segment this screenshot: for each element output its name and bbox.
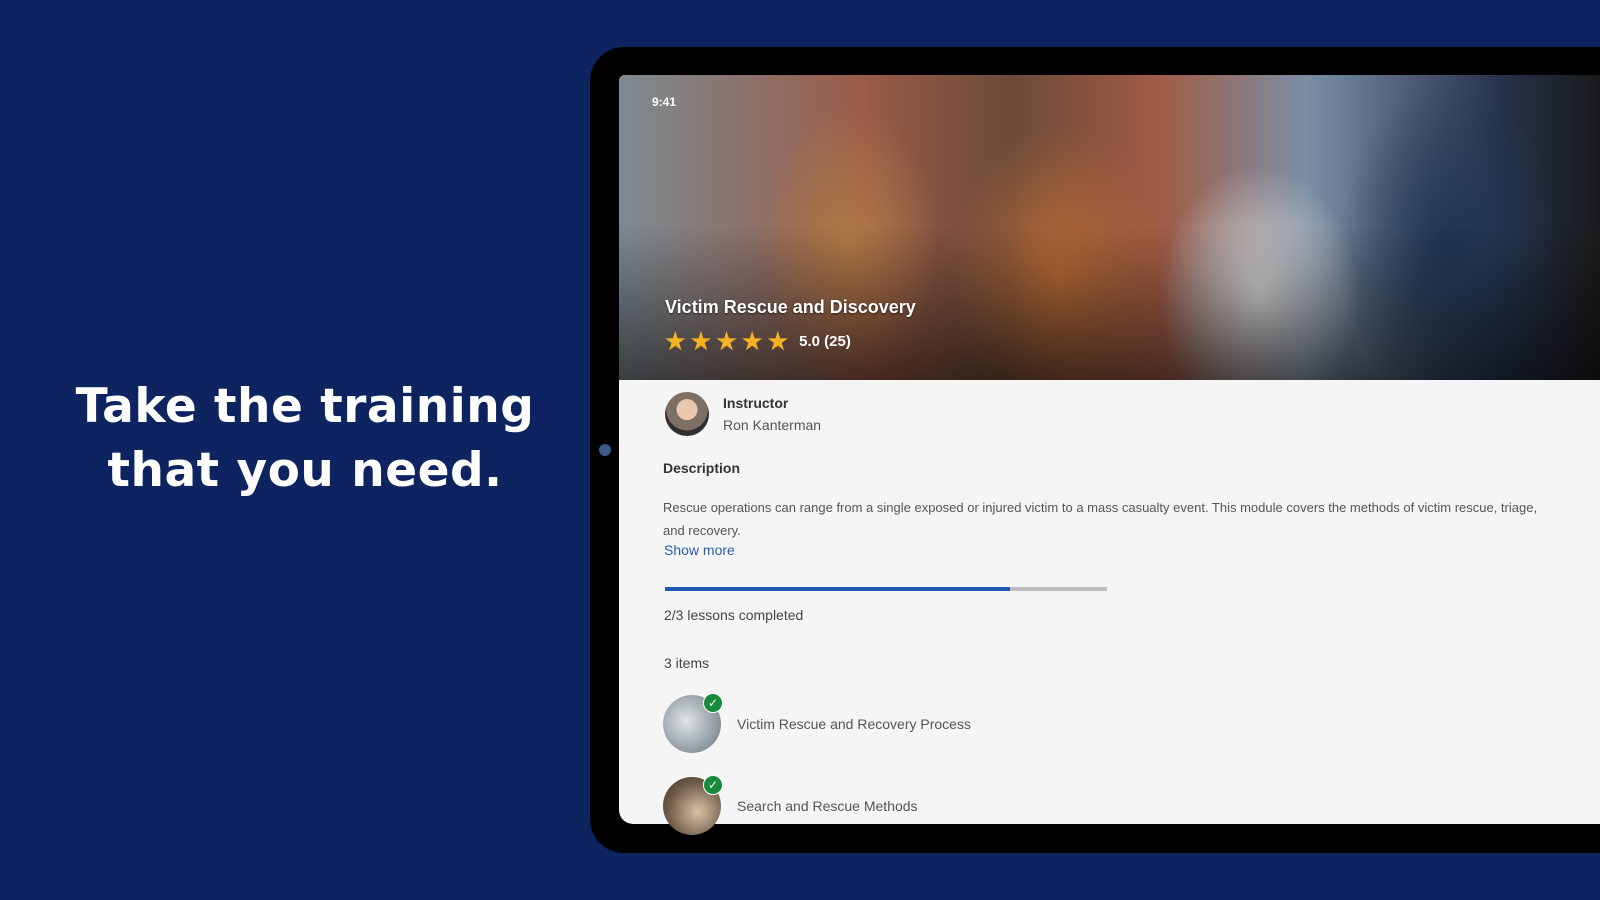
star-icon: ★ bbox=[690, 328, 712, 354]
status-time: 9:41 bbox=[652, 95, 677, 109]
star-icon: ★ bbox=[767, 328, 789, 354]
instructor[interactable]: Instructor Ron Kanterman bbox=[665, 392, 821, 436]
description-text: Rescue operations can range from a singl… bbox=[663, 500, 1538, 538]
headline-line-2: that you need. bbox=[107, 443, 503, 498]
lesson-thumbnail: ✓ bbox=[663, 693, 723, 753]
star-icon: ★ bbox=[716, 328, 737, 354]
lesson-thumbnail: ✓ bbox=[663, 775, 723, 835]
instructor-name: Ron Kanterman bbox=[723, 417, 822, 433]
instructor-avatar bbox=[665, 392, 709, 436]
course-title: Victim Rescue and Discovery bbox=[665, 297, 916, 317]
rating-text: 5.0 (25) bbox=[799, 332, 851, 350]
lesson-title: Victim Rescue and Recovery Process bbox=[737, 716, 971, 732]
star-icon: ★ bbox=[741, 328, 763, 354]
camera-icon bbox=[599, 444, 611, 456]
lesson-title: Search and Rescue Methods bbox=[737, 798, 918, 814]
show-more-link[interactable]: Show more bbox=[664, 542, 735, 558]
progress-text: 2/3 lessons completed bbox=[664, 607, 804, 623]
app-screen: 9:41 Victim Rescue and Discovery ★ ★ ★ ★… bbox=[619, 75, 1600, 835]
progress-fill bbox=[665, 587, 1010, 591]
items-count: 3 items bbox=[664, 655, 710, 671]
progress-bar bbox=[665, 587, 1107, 591]
lesson-item[interactable]: ✓ Victim Rescue and Recovery Process bbox=[663, 693, 971, 753]
check-icon: ✓ bbox=[703, 693, 723, 713]
check-icon: ✓ bbox=[703, 775, 723, 795]
headline: Take the training that you need. bbox=[40, 375, 570, 503]
headline-line-1: Take the training bbox=[75, 379, 535, 434]
lesson-item[interactable]: ✓ Search and Rescue Methods bbox=[663, 775, 918, 835]
description-label: Description bbox=[663, 460, 741, 476]
course-rating: ★ ★ ★ ★ ★ 5.0 (25) bbox=[665, 328, 851, 354]
star-icon: ★ bbox=[665, 328, 686, 354]
instructor-label: Instructor bbox=[723, 395, 789, 411]
